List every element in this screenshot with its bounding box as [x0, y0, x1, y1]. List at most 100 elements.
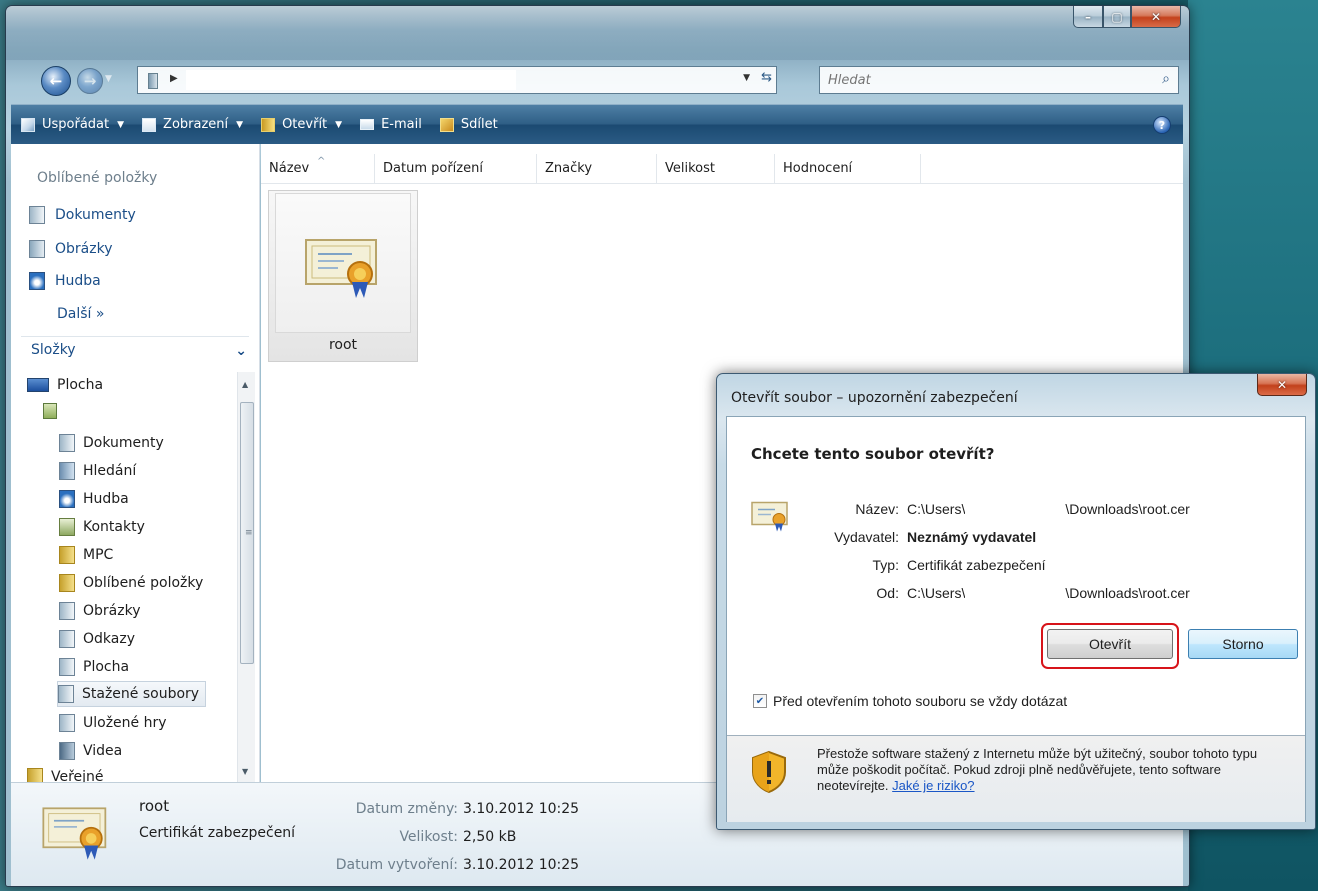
refresh-icon[interactable]: ⇆	[761, 70, 772, 85]
caption-buttons: – ▢ ✕	[1073, 6, 1181, 28]
tree-label: Plocha	[83, 659, 130, 675]
search-icon[interactable]: ⌕	[1162, 71, 1170, 87]
size-label: Velikost:	[399, 829, 458, 845]
minimize-button[interactable]: –	[1073, 6, 1103, 28]
favorite-item-pictures[interactable]: Obrázky	[29, 240, 112, 258]
address-row: ← → ▼ ▶ ▼ ⇆ ⌕	[11, 64, 1183, 98]
address-path	[186, 70, 516, 90]
column-header-size[interactable]: Velikost	[657, 154, 775, 184]
tree-item-desktop-sub[interactable]: Plocha	[59, 654, 129, 680]
search-box[interactable]: ⌕	[819, 66, 1179, 94]
redacted-user-name	[65, 404, 185, 418]
search-input[interactable]	[828, 71, 1128, 89]
forward-button[interactable]: →	[77, 68, 103, 94]
desktop-icon	[27, 378, 49, 392]
always-ask-checkbox[interactable]: ✔ Před otevřením tohoto souboru se vždy …	[753, 693, 1067, 709]
type-label: Typ:	[872, 557, 899, 573]
close-button[interactable]: ✕	[1131, 6, 1181, 28]
from-value: C:\Users\ \Downloads\root.cer	[907, 585, 1190, 601]
tree-item-documents[interactable]: Dokumenty	[59, 430, 164, 456]
open-button[interactable]: Otevřít ▼	[261, 117, 342, 132]
tree-item-videos[interactable]: Videa	[59, 738, 122, 764]
risk-link[interactable]: Jaké je riziko?	[892, 778, 974, 793]
type-value: Certifikát zabezpečení	[907, 557, 1046, 573]
tree-label: Stažené soubory	[82, 686, 200, 702]
chevron-down-icon: ▼	[236, 119, 244, 130]
back-button[interactable]: ←	[41, 66, 71, 96]
pictures-icon	[29, 240, 45, 258]
dialog-close-button[interactable]: ✕	[1257, 374, 1307, 396]
navigation-pane: Oblíbené položky Dokumenty Obrázky Hudba…	[11, 144, 260, 782]
organize-button[interactable]: Uspořádat ▼	[21, 117, 124, 132]
more-link[interactable]: Další »	[57, 306, 104, 322]
tree-label: MPC	[83, 547, 114, 563]
tree-item-public[interactable]: Veřejné	[27, 764, 104, 782]
created-value: 3.10.2012 10:25	[463, 857, 580, 873]
scroll-down-icon[interactable]: ▼	[242, 767, 248, 776]
folders-title: Složky	[31, 342, 76, 358]
column-label: Název	[269, 161, 310, 176]
desktop-folder-icon	[59, 658, 75, 676]
tree-scrollbar[interactable]: ▲ ≡ ▼	[237, 372, 255, 782]
share-button[interactable]: Sdílet	[439, 117, 498, 132]
scroll-up-icon[interactable]: ▲	[242, 380, 248, 389]
column-header-date-taken[interactable]: Datum pořízení	[375, 154, 537, 184]
documents-icon	[59, 434, 75, 452]
tree-item-contacts[interactable]: Kontakty	[59, 514, 145, 540]
publisher-label: Vydavatel:	[834, 529, 899, 545]
search-folder-icon	[59, 462, 75, 480]
breadcrumb-arrow-icon[interactable]: ▶	[170, 73, 178, 84]
tree-item-saved-games[interactable]: Uložené hry	[59, 710, 167, 736]
close-icon: ✕	[1276, 377, 1288, 392]
grip-icon: ≡	[245, 528, 253, 538]
views-button[interactable]: Zobrazení ▼	[142, 117, 243, 132]
saved-games-icon	[59, 714, 75, 732]
file-name: root	[328, 337, 358, 353]
contacts-icon	[59, 518, 75, 536]
column-header-rating[interactable]: Hodnocení	[775, 154, 921, 184]
tree-item-user[interactable]	[43, 398, 185, 424]
tree-item-music[interactable]: Hudba	[59, 486, 129, 512]
modified-value: 3.10.2012 10:25	[463, 801, 580, 817]
tree-item-downloads[interactable]: Stažené soubory	[57, 681, 207, 707]
folders-header[interactable]: Složky ⌄	[31, 342, 251, 366]
tree-item-favorites[interactable]: Oblíbené položky	[59, 570, 203, 596]
size-value: 2,50 kB	[463, 829, 517, 845]
file-tile[interactable]: root	[268, 190, 418, 362]
tree-item-links[interactable]: Odkazy	[59, 626, 135, 652]
share-icon	[439, 117, 454, 132]
column-header-tags[interactable]: Značky	[537, 154, 657, 184]
command-bar: Uspořádat ▼ Zobrazení ▼ Otevřít ▼ E-mail…	[11, 104, 1183, 144]
open-file-button[interactable]: Otevřít	[1047, 629, 1173, 659]
title-bar[interactable]	[6, 6, 1189, 60]
column-header-name[interactable]: ^ Název	[261, 154, 375, 184]
maximize-button[interactable]: ▢	[1103, 6, 1131, 28]
favorite-item-music[interactable]: Hudba	[29, 272, 101, 290]
checkbox-check-icon[interactable]: ✔	[753, 694, 767, 708]
path-prefix: C:\Users\	[907, 501, 966, 517]
tree-label: Dokumenty	[83, 435, 164, 451]
email-button[interactable]: E-mail	[360, 117, 422, 132]
tree-item-mpc[interactable]: MPC	[59, 542, 113, 568]
favorite-label: Hudba	[55, 273, 101, 289]
tree-label: Obrázky	[83, 603, 141, 619]
tree-item-desktop[interactable]: Plocha	[27, 372, 103, 398]
cancel-button[interactable]: Storno	[1188, 629, 1298, 659]
dialog-title: Otevřít soubor – upozornění zabezpečení	[731, 390, 1018, 406]
path-prefix: C:\Users\	[907, 585, 966, 601]
tree-item-pictures[interactable]: Obrázky	[59, 598, 140, 624]
music-icon	[59, 490, 75, 508]
help-button[interactable]: ?	[1153, 116, 1171, 134]
scrollbar-thumb[interactable]: ≡	[240, 402, 254, 664]
chevron-down-icon: ⌄	[235, 343, 247, 359]
folder-tree: Plocha Dokumenty Hledání Hudba Kontakty	[11, 372, 243, 782]
tree-item-searches[interactable]: Hledání	[59, 458, 136, 484]
address-dropdown-icon[interactable]: ▼	[743, 73, 750, 83]
address-bar[interactable]: ▶ ▼ ⇆	[137, 66, 777, 94]
history-dropdown-icon[interactable]: ▼	[105, 74, 112, 84]
tree-label: Uložené hry	[83, 715, 167, 731]
publisher-value: Neznámý vydavatel	[907, 529, 1037, 545]
favorite-item-documents[interactable]: Dokumenty	[29, 206, 136, 224]
favorite-label: Obrázky	[55, 241, 113, 257]
chevron-down-icon: ▼	[335, 119, 343, 130]
